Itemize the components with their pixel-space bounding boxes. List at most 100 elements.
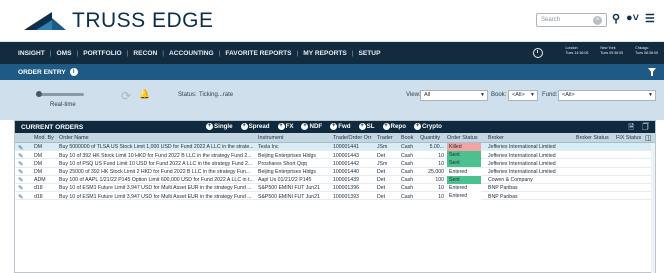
vertical-scrollbar[interactable] xyxy=(651,143,655,273)
cell-instrument: S&P500 EMINI FUT Jun21 xyxy=(258,193,320,200)
order-entry-title: ORDER ENTRY xyxy=(18,68,66,76)
hamburger-menu-icon[interactable]: ☰ xyxy=(645,12,655,25)
col-fix-status[interactable]: FIX Status xyxy=(616,135,641,141)
edit-icon[interactable]: ✎ xyxy=(18,193,23,201)
plus-icon: + xyxy=(301,123,309,130)
col-trader[interactable]: Trader xyxy=(377,135,393,141)
clock-london: London Tues 14:36:05 xyxy=(565,46,589,55)
cell-quantity: 10 xyxy=(438,185,444,192)
order-status-badge: Sent xyxy=(447,159,481,168)
new-single-button[interactable]: + Single xyxy=(206,123,233,130)
cell-name: Buy 10 of 392 HK Stock Limit 10 HKD for … xyxy=(59,152,252,159)
cell-trader: Det xyxy=(377,177,386,184)
order-entry-controls: Real-time ⟳ 🔔 Status: Ticking...rate Vie… xyxy=(0,80,664,120)
table-row[interactable]: ✎ DM Buy 10 of PSQ US Fund Limit 10 USD fo… xyxy=(15,159,655,168)
plus-icon: + xyxy=(277,123,285,130)
cell-broker: Cowen & Company xyxy=(488,177,533,184)
new-sl-button[interactable]: + SL xyxy=(358,123,375,130)
nav-favorite-reports[interactable]: FAVORITE REPORTS xyxy=(225,50,291,57)
col-broker-status[interactable]: Broker Status xyxy=(576,135,609,141)
new-repo-button[interactable]: + Repo xyxy=(382,123,406,130)
nav-my-reports[interactable]: MY REPORTS xyxy=(303,50,346,57)
cell-quantity: 5.00... xyxy=(429,144,444,151)
col-mod-by[interactable]: Mod. By xyxy=(34,135,54,141)
world-clocks: London Tues 14:36:05 New York Tues 09:36… xyxy=(533,46,658,58)
col-book[interactable]: Book xyxy=(401,135,413,141)
nav-accounting[interactable]: ACCOUNTING xyxy=(169,50,214,57)
order-status-badge: Entered xyxy=(447,183,481,192)
table-row[interactable]: ✎ DM Buy 5000000 of TLSA US Stock Limit 1,… xyxy=(15,143,655,152)
column-chooser-icon[interactable]: ◫ xyxy=(645,134,652,142)
cell-broker: Jefferies International Limited xyxy=(488,144,556,151)
col-broker[interactable]: Broker xyxy=(488,135,504,141)
search-input[interactable]: Search × xyxy=(536,13,607,27)
new-spread-button[interactable]: + Spread xyxy=(240,123,270,130)
col-instrument[interactable]: Instrument xyxy=(258,135,283,141)
cell-trader: Det xyxy=(377,168,386,175)
truss-edge-logo[interactable]: TRUSS EDGE xyxy=(22,9,214,33)
cell-mod-by: DM xyxy=(34,168,43,175)
cell-trader: Det xyxy=(377,152,386,159)
cell-id: 100001393 xyxy=(333,193,359,200)
clear-search-icon[interactable]: × xyxy=(593,16,602,25)
search-placeholder: Search xyxy=(541,17,561,23)
table-row[interactable]: ✎ ADM Buy 100 of AAPL 1/21/22 P145 Option … xyxy=(15,175,655,184)
cell-trader: Det xyxy=(377,193,386,200)
clock-chicago: Chicago Tues 08:36:05 xyxy=(635,46,658,55)
filter-icon[interactable] xyxy=(648,68,656,76)
user-menu-icon[interactable]: ●˅ xyxy=(626,12,639,24)
plus-icon: + xyxy=(206,123,213,130)
cell-book: Cash xyxy=(401,168,414,175)
plus-icon: + xyxy=(382,123,390,130)
info-icon[interactable]: i xyxy=(69,68,78,76)
table-row[interactable]: ✎ DM Buy 25000 of 392 HK Stock Limit 2 HKD… xyxy=(15,167,655,176)
view-label: View: xyxy=(406,92,421,98)
refresh-icon[interactable]: ⟳ xyxy=(121,89,131,103)
cell-mod-by: DM xyxy=(34,144,43,151)
order-status-badge: Sent xyxy=(447,151,481,160)
order-status-badge: Entered xyxy=(447,167,481,176)
document-icon[interactable]: 🗎 xyxy=(628,124,634,131)
new-ndf-button[interactable]: + NDF xyxy=(301,123,322,130)
col-trade-order[interactable]: Trade/Order Orr xyxy=(333,135,371,141)
col-quantity[interactable]: Quantity xyxy=(420,135,440,141)
status-label: Status: xyxy=(178,92,197,98)
new-fwd-button[interactable]: + Fwd xyxy=(330,123,351,130)
fund-select[interactable]: <All> ▼ xyxy=(558,90,656,101)
nav-insight[interactable]: INSIGHT xyxy=(18,50,45,57)
nav-recon[interactable]: RECON xyxy=(133,50,157,57)
plus-icon: + xyxy=(240,123,248,130)
cell-mod-by: ADM xyxy=(34,177,46,184)
plus-icon: + xyxy=(413,123,421,130)
realtime-label: Real-time xyxy=(50,102,76,108)
main-nav: INSIGHT | OMS | PORTFOLIO | RECON | ACCO… xyxy=(0,42,664,64)
book-select[interactable]: <All> ▼ xyxy=(508,90,538,101)
table-row[interactable]: ✎ DM Buy 10 of 392 HK Stock Limit 10 HKD f… xyxy=(15,151,655,160)
view-select[interactable]: All ▼ xyxy=(420,90,488,101)
table-row[interactable]: ✎ d18 Buy 10 of ESM1 Future Limit 3,947 US… xyxy=(15,183,655,192)
cell-instrument: Proshares Short Qqq xyxy=(258,160,307,167)
bell-icon[interactable]: 🔔 xyxy=(139,89,150,100)
col-order-name[interactable]: Order Name xyxy=(59,135,89,141)
col-order-status[interactable]: Order Status xyxy=(447,135,478,141)
cell-broker: Jefferies International Limited xyxy=(488,160,556,167)
cell-book: Cash xyxy=(401,193,414,200)
export-icon[interactable]: 🗍 xyxy=(642,124,649,131)
realtime-slider-handle[interactable] xyxy=(36,91,42,97)
cell-mod-by: d18 xyxy=(34,185,43,192)
clock-icon xyxy=(533,48,544,58)
cell-name: Buy 5000000 of TLSA US Stock Limit 1,000… xyxy=(59,144,254,151)
nav-setup[interactable]: SETUP xyxy=(358,50,380,57)
table-header: Mod. By Order Name Instrument Trade/Orde… xyxy=(15,133,655,143)
nav-portfolio[interactable]: PORTFOLIO xyxy=(83,50,121,57)
cell-instrument: S&P500 EMINI FUT Jun21 xyxy=(258,185,320,192)
fund-label: Fund: xyxy=(542,92,558,98)
search-icon[interactable]: ⚲ xyxy=(612,12,620,25)
order-type-buttons: + Single + Spread + FX + NDF + Fwd + SL + Repo … xyxy=(206,123,450,130)
nav-oms[interactable]: OMS xyxy=(56,50,71,57)
new-crypto-button[interactable]: + Crypto xyxy=(413,123,442,130)
new-fx-button[interactable]: + FX xyxy=(277,123,293,130)
table-row[interactable]: ✎ d18 Buy 10 of ESM1 Future Limit 3,947 US… xyxy=(15,192,655,201)
cell-mod-by: DM xyxy=(34,152,43,159)
realtime-slider-track[interactable] xyxy=(36,93,84,96)
